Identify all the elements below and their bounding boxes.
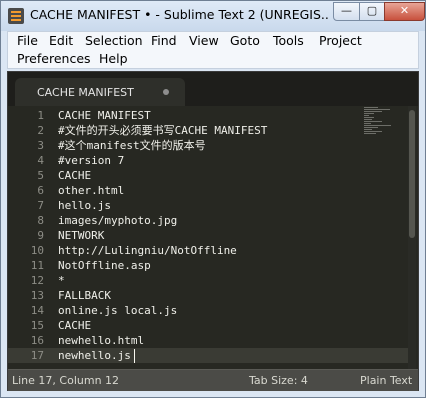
sublime-app-icon [8, 8, 24, 24]
minimap-line [364, 113, 374, 114]
minimap[interactable] [364, 106, 404, 136]
minimap-line [364, 111, 382, 112]
vertical-scrollbar[interactable] [408, 106, 416, 369]
menu-file[interactable]: File [17, 33, 38, 48]
minimap-line [364, 125, 391, 126]
line-number: 11 [30, 259, 44, 272]
text-cursor [134, 349, 135, 363]
line-text[interactable]: NotOffline.asp [58, 258, 151, 273]
line-text[interactable]: newhello.html [58, 333, 144, 348]
code-line: 2 #文件的开头必须要书写CACHE MANIFEST [8, 123, 408, 138]
line-text[interactable]: other.html [58, 183, 124, 198]
minimap-line [364, 129, 372, 130]
code-line: 10 http://Lulingniu/NotOffline [8, 243, 408, 258]
code-line: 5 CACHE [8, 168, 408, 183]
scrollbar-thumb[interactable] [409, 110, 415, 238]
line-text[interactable]: hello.js [58, 198, 111, 213]
minimap-line [364, 121, 382, 122]
minimap-line [364, 123, 371, 124]
line-number: 15 [30, 319, 44, 332]
code-line: 3 #这个manifest文件的版本号 [8, 138, 408, 153]
maximize-button[interactable]: ▢ [359, 2, 385, 21]
line-number: 4 [37, 154, 44, 167]
line-number: 7 [37, 199, 44, 212]
code-line: 11 NotOffline.asp [8, 258, 408, 273]
code-line: 14 online.js local.js [8, 303, 408, 318]
line-text[interactable]: NETWORK [58, 228, 104, 243]
code-line: 13 FALLBACK [8, 288, 408, 303]
editor-pane: CACHE MANIFEST 1 CACHE MANIFEST 2 #文件的开头… [7, 71, 419, 391]
minimap-line [364, 119, 372, 120]
menu-edit[interactable]: Edit [49, 33, 73, 48]
line-text[interactable]: * [58, 273, 65, 288]
line-number: 12 [30, 274, 44, 287]
code-line: 8 images/myphoto.jpg [8, 213, 408, 228]
line-number: 5 [37, 169, 44, 182]
code-line: 7 hello.js [8, 198, 408, 213]
menu-find[interactable]: Find [151, 33, 177, 48]
menu-selection[interactable]: Selection [85, 33, 143, 48]
code-line: 1 CACHE MANIFEST [8, 108, 408, 123]
menu-tools[interactable]: Tools [273, 33, 304, 48]
minimap-line [364, 127, 378, 128]
tab-cache-manifest[interactable]: CACHE MANIFEST [15, 78, 185, 106]
menu-preferences[interactable]: Preferences [17, 51, 91, 66]
menu-goto[interactable]: Goto [230, 33, 260, 48]
title-bar[interactable]: CACHE MANIFEST • - Sublime Text 2 (UNREG… [1, 1, 425, 31]
status-bar: Line 17, Column 12 Tab Size: 4 Plain Tex… [8, 369, 418, 391]
code-line: 15 CACHE [8, 318, 408, 333]
line-text[interactable]: #文件的开头必须要书写CACHE MANIFEST [58, 123, 267, 138]
code-line: 4 #version 7 [8, 153, 408, 168]
app-window: CACHE MANIFEST • - Sublime Text 2 (UNREG… [0, 0, 426, 398]
code-line: 9 NETWORK [8, 228, 408, 243]
tab-size-selector[interactable]: Tab Size: 4 [249, 374, 308, 387]
line-number: 10 [30, 244, 44, 257]
line-number: 1 [37, 109, 44, 122]
tab-label: CACHE MANIFEST [37, 86, 134, 99]
line-text[interactable]: CACHE [58, 318, 91, 333]
line-text[interactable]: #这个manifest文件的版本号 [58, 138, 206, 153]
code-line: 16 newhello.html [8, 333, 408, 348]
line-number: 16 [30, 334, 44, 347]
line-text[interactable]: http://Lulingniu/NotOffline [58, 243, 237, 258]
line-number: 3 [37, 139, 44, 152]
line-number: 9 [37, 229, 44, 242]
line-text[interactable]: images/myphoto.jpg [58, 213, 177, 228]
menu-project[interactable]: Project [319, 33, 362, 48]
minimap-line [364, 109, 390, 110]
line-text[interactable]: newhello.js [58, 348, 131, 363]
code-line-current: 17 newhello.js [8, 348, 408, 363]
line-number: 8 [37, 214, 44, 227]
code-line: 6 other.html [8, 183, 408, 198]
close-button[interactable]: ✕ [384, 2, 425, 21]
code-area[interactable]: 1 CACHE MANIFEST 2 #文件的开头必须要书写CACHE MANI… [8, 106, 418, 369]
line-text[interactable]: CACHE MANIFEST [58, 108, 151, 123]
line-number: 14 [30, 304, 44, 317]
menu-help[interactable]: Help [99, 51, 128, 66]
line-text[interactable]: online.js local.js [58, 303, 177, 318]
minimize-button[interactable]: — [333, 2, 360, 21]
line-number: 13 [30, 289, 44, 302]
syntax-selector[interactable]: Plain Text [360, 374, 412, 387]
tab-strip: CACHE MANIFEST [8, 72, 418, 106]
minimap-line [364, 131, 382, 132]
minimap-line [364, 133, 376, 134]
minimap-line [364, 117, 374, 118]
line-text[interactable]: #version 7 [58, 153, 124, 168]
menu-bar: File Edit Selection Find View Goto Tools… [7, 31, 419, 69]
window-title: CACHE MANIFEST • - Sublime Text 2 (UNREG… [30, 7, 330, 22]
menu-view[interactable]: View [189, 33, 219, 48]
line-number: 6 [37, 184, 44, 197]
line-number: 2 [37, 124, 44, 137]
line-text[interactable]: FALLBACK [58, 288, 111, 303]
line-text[interactable]: CACHE [58, 168, 91, 183]
cursor-position: Line 17, Column 12 [12, 374, 120, 387]
minimap-line [364, 107, 378, 108]
line-number: 17 [30, 349, 44, 362]
code-line: 12 * [8, 273, 408, 288]
unsaved-dot-icon[interactable] [163, 89, 169, 95]
minimap-line [364, 115, 369, 116]
